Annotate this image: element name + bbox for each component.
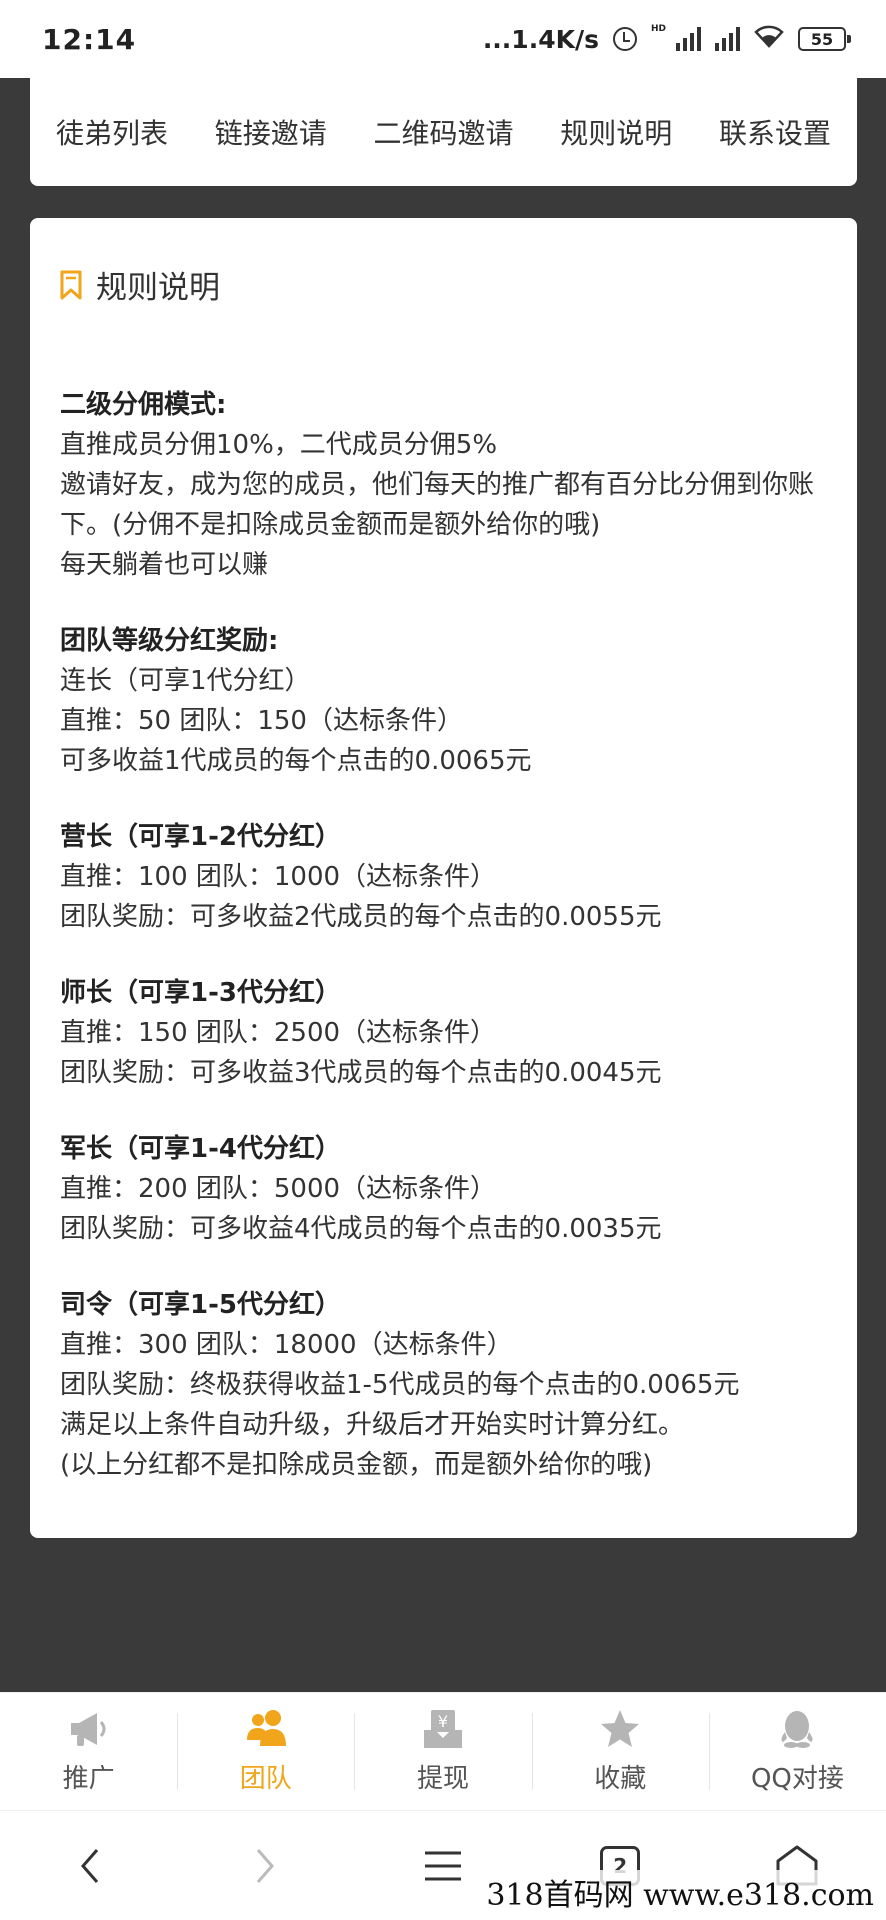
nav-item-favorites[interactable]: 收藏 [531,1693,709,1810]
wifi-icon [754,24,784,54]
status-time: 12:14 [42,22,137,56]
withdraw-icon: ¥ [421,1708,465,1750]
section-title: 司令（可享1-5代分红） [60,1290,341,1320]
qq-icon [775,1708,819,1750]
rule-line: 可多收益1代成员的每个点击的0.0065元 [60,746,532,776]
back-button[interactable] [49,1826,129,1906]
rule-line: 团队奖励：可多收益2代成员的每个点击的0.0055元 [60,902,662,932]
watermark: 318首码网 www.e318.com [482,1870,878,1914]
battery-icon: 55 [798,27,851,51]
rule-line: 直推成员分佣10%，二代成员分佣5% [60,430,498,460]
rules-section-division: 师长（可享1-3代分红） 直推：150 团队：2500（达标条件） 团队奖励：可… [60,973,825,1093]
tab-qrcode-invite[interactable]: 二维码邀请 [373,102,513,162]
nav-item-team[interactable]: 团队 [177,1693,354,1810]
rule-line: 直推：200 团队：5000（达标条件） [60,1174,497,1204]
tab-rules[interactable]: 规则说明 [560,102,672,162]
rule-line: 团队奖励：可多收益3代成员的每个点击的0.0045元 [60,1058,662,1088]
chevron-right-icon [256,1848,274,1883]
chevron-left-icon [80,1848,98,1883]
rules-section-army: 军长（可享1-4代分红） 直推：200 团队：5000（达标条件） 团队奖励：可… [60,1129,825,1249]
status-icons: ...1.4K/s HD 55 [482,24,851,54]
tab-apprentice-list[interactable]: 徒弟列表 [56,102,168,162]
tab-bar: 徒弟列表 链接邀请 二维码邀请 规则说明 联系设置 [30,78,857,186]
rules-title: 规则说明 [96,270,220,306]
tab-link-invite[interactable]: 链接邀请 [215,102,327,162]
hd-label: HD [650,24,666,34]
bottom-nav: 推广 团队 ¥ 提现 收藏 QQ对接 [0,1692,886,1810]
nav-label: 收藏 [594,1764,647,1794]
rule-line: 每天躺着也可以赚 [60,550,269,580]
rule-line: 直推：100 团队：1000（达标条件） [60,862,497,892]
megaphone-icon [67,1708,111,1750]
rules-card: 规则说明 二级分佣模式: 直推成员分佣10%，二代成员分佣5% 邀请好友，成为您… [30,218,857,1538]
menu-icon [424,1851,461,1880]
rule-line: 团队奖励：可多收益4代成员的每个点击的0.0035元 [60,1214,662,1244]
nav-item-promote[interactable]: 推广 [0,1693,177,1810]
rule-line: 邀请好友，成为您的成员，他们每天的推广都有百分比分佣到你账下。(分佣不是扣除成员… [60,470,815,540]
status-bar: 12:14 ...1.4K/s HD 55 [0,0,886,78]
section-title: 团队等级分红奖励: [60,626,279,656]
nav-label: 提现 [417,1764,470,1794]
star-icon [598,1708,642,1750]
rules-section-battalion: 营长（可享1-2代分红） 直推：100 团队：1000（达标条件） 团队奖励：可… [60,817,825,937]
nav-label: 推广 [62,1764,115,1794]
section-title: 军长（可享1-4代分红） [60,1134,341,1164]
nav-label: QQ对接 [750,1764,844,1794]
nav-item-withdraw[interactable]: ¥ 提现 [354,1693,531,1810]
rule-line: 连长（可享1代分红） [60,666,311,696]
svg-text:¥: ¥ [438,1712,448,1731]
signal-icon-2 [715,27,740,51]
network-speed: ...1.4K/s [482,24,599,54]
forward-button[interactable] [226,1826,306,1906]
alarm-icon [612,27,637,51]
section-title: 二级分佣模式: [60,390,227,420]
rules-section-commission: 二级分佣模式: 直推成员分佣10%，二代成员分佣5% 邀请好友，成为您的成员，他… [60,385,825,585]
section-title: 营长（可享1-2代分红） [60,822,341,852]
rule-line: 直推：50 团队：150（达标条件） [60,706,463,736]
rules-section-commander: 司令（可享1-5代分红） 直推：300 团队：18000（达标条件） 团队奖励：… [60,1285,825,1485]
bookmark-icon [60,270,82,300]
nav-item-qq[interactable]: QQ对接 [708,1693,886,1810]
rules-header: 规则说明 [60,262,825,307]
signal-icon [676,27,701,51]
team-icon [244,1708,288,1750]
rules-section-team-bonus: 团队等级分红奖励: 连长（可享1代分红） 直推：50 团队：150（达标条件） … [60,621,825,781]
rule-line: 直推：150 团队：2500（达标条件） [60,1018,497,1048]
rule-line: 满足以上条件自动升级，升级后才开始实时计算分红。 [60,1410,685,1440]
rule-line: (以上分红都不是扣除成员金额，而是额外给你的哦) [60,1450,653,1480]
nav-label: 团队 [239,1764,292,1794]
battery-level: 55 [810,29,834,49]
rule-line: 直推：300 团队：18000（达标条件） [60,1330,513,1360]
rules-body: 二级分佣模式: 直推成员分佣10%，二代成员分佣5% 邀请好友，成为您的成员，他… [60,385,825,1485]
tab-contact-settings[interactable]: 联系设置 [719,102,831,162]
section-title: 师长（可享1-3代分红） [60,978,341,1008]
rule-line: 团队奖励：终极获得收益1-5代成员的每个点击的0.0065元 [60,1370,740,1400]
screen: 12:14 ...1.4K/s HD 55 徒弟列表 链接邀请 二维码邀请 规则… [0,0,886,1920]
menu-button[interactable] [403,1826,483,1906]
